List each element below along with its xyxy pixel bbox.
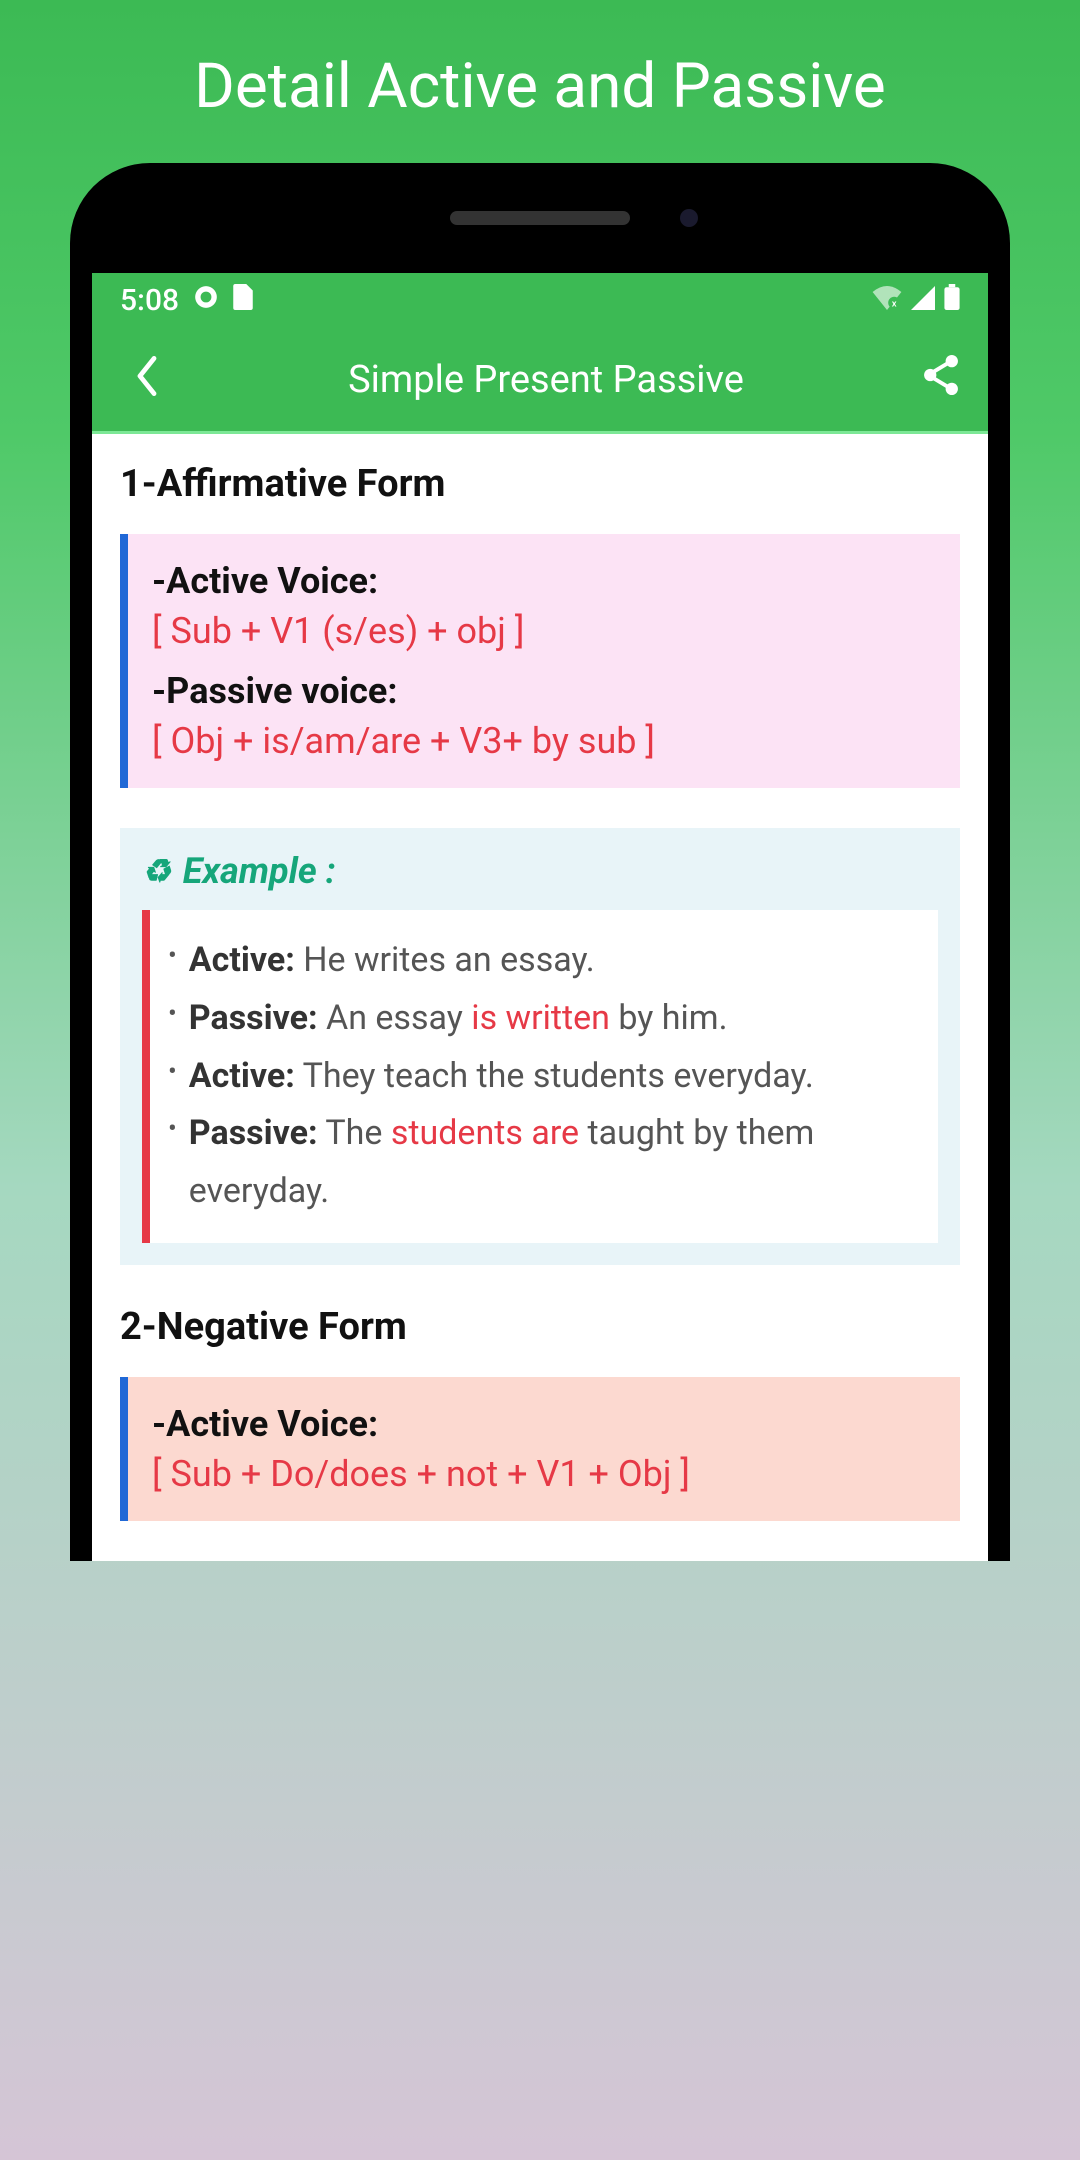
phone-notch: [92, 193, 988, 243]
bullet-icon: •: [168, 1105, 177, 1154]
example-text: The: [318, 1113, 391, 1153]
active-voice-label: -Active Voice:: [152, 560, 936, 602]
active-formula: [ Sub + V1 (s/es) + obj ]: [152, 610, 936, 652]
example-text: They teach the students everyday.: [295, 1056, 814, 1096]
example-container: ♻ Example : • Active: He writes an essay…: [120, 828, 960, 1265]
sim-icon: [233, 283, 253, 318]
example-text: He writes an essay.: [295, 940, 595, 980]
speaker-grill: [450, 211, 630, 225]
example-label: Passive:: [189, 1113, 318, 1153]
page-title: Simple Present Passive: [178, 358, 914, 402]
example-line-3: • Active: They teach the students everyd…: [168, 1048, 920, 1106]
phone-frame: 5:08 x: [70, 163, 1010, 1561]
recycle-icon: ♻: [142, 852, 171, 890]
example-line-1: • Active: He writes an essay.: [168, 932, 920, 990]
svg-text:x: x: [892, 298, 897, 309]
highlighted-text: students are: [391, 1113, 579, 1153]
status-bar: 5:08 x: [92, 273, 988, 328]
example-box: • Active: He writes an essay. • Passive:…: [142, 910, 938, 1243]
negative-title: 2-Negative Form: [120, 1305, 960, 1349]
bullet-icon: •: [168, 932, 177, 981]
promo-title: Detail Active and Passive: [0, 0, 1080, 163]
content-area[interactable]: 1-Affirmative Form -Active Voice: [ Sub …: [92, 434, 988, 1521]
back-button[interactable]: [116, 356, 178, 403]
example-label: Active:: [189, 1056, 295, 1096]
example-line-2: • Passive: An essay is written by him.: [168, 990, 920, 1048]
example-header-text: Example :: [183, 850, 336, 892]
example-line-4: • Passive: The students are taught by th…: [168, 1105, 920, 1221]
passive-voice-label: -Passive voice:: [152, 670, 936, 712]
wifi-icon: x: [872, 283, 902, 318]
bullet-icon: •: [168, 990, 177, 1039]
example-label: Passive:: [189, 998, 318, 1038]
battery-icon: [944, 283, 960, 318]
phone-screen: 5:08 x: [92, 273, 988, 1561]
signal-icon: [910, 283, 936, 318]
bullet-icon: •: [168, 1048, 177, 1097]
app-icon: [193, 283, 219, 318]
front-camera: [680, 209, 698, 227]
negative-formula-box: -Active Voice: [ Sub + Do/does + not + V…: [120, 1377, 960, 1521]
active-voice-label-neg: -Active Voice:: [152, 1403, 936, 1445]
highlighted-text: is written: [471, 998, 610, 1038]
app-bar: Simple Present Passive: [92, 328, 988, 434]
example-header: ♻ Example :: [142, 850, 938, 892]
example-text: An essay: [318, 998, 472, 1038]
passive-formula: [ Obj + is/am/are + V3+ by sub ]: [152, 720, 936, 762]
status-right: x: [872, 283, 960, 318]
status-time: 5:08: [120, 283, 179, 318]
active-formula-neg: [ Sub + Do/does + not + V1 + Obj ]: [152, 1453, 936, 1495]
status-left: 5:08: [120, 283, 253, 318]
affirmative-title: 1-Affirmative Form: [120, 462, 960, 506]
example-label: Active:: [189, 940, 295, 980]
share-button[interactable]: [922, 355, 960, 405]
example-text: by him.: [610, 998, 728, 1038]
affirmative-formula-box: -Active Voice: [ Sub + V1 (s/es) + obj ]…: [120, 534, 960, 788]
